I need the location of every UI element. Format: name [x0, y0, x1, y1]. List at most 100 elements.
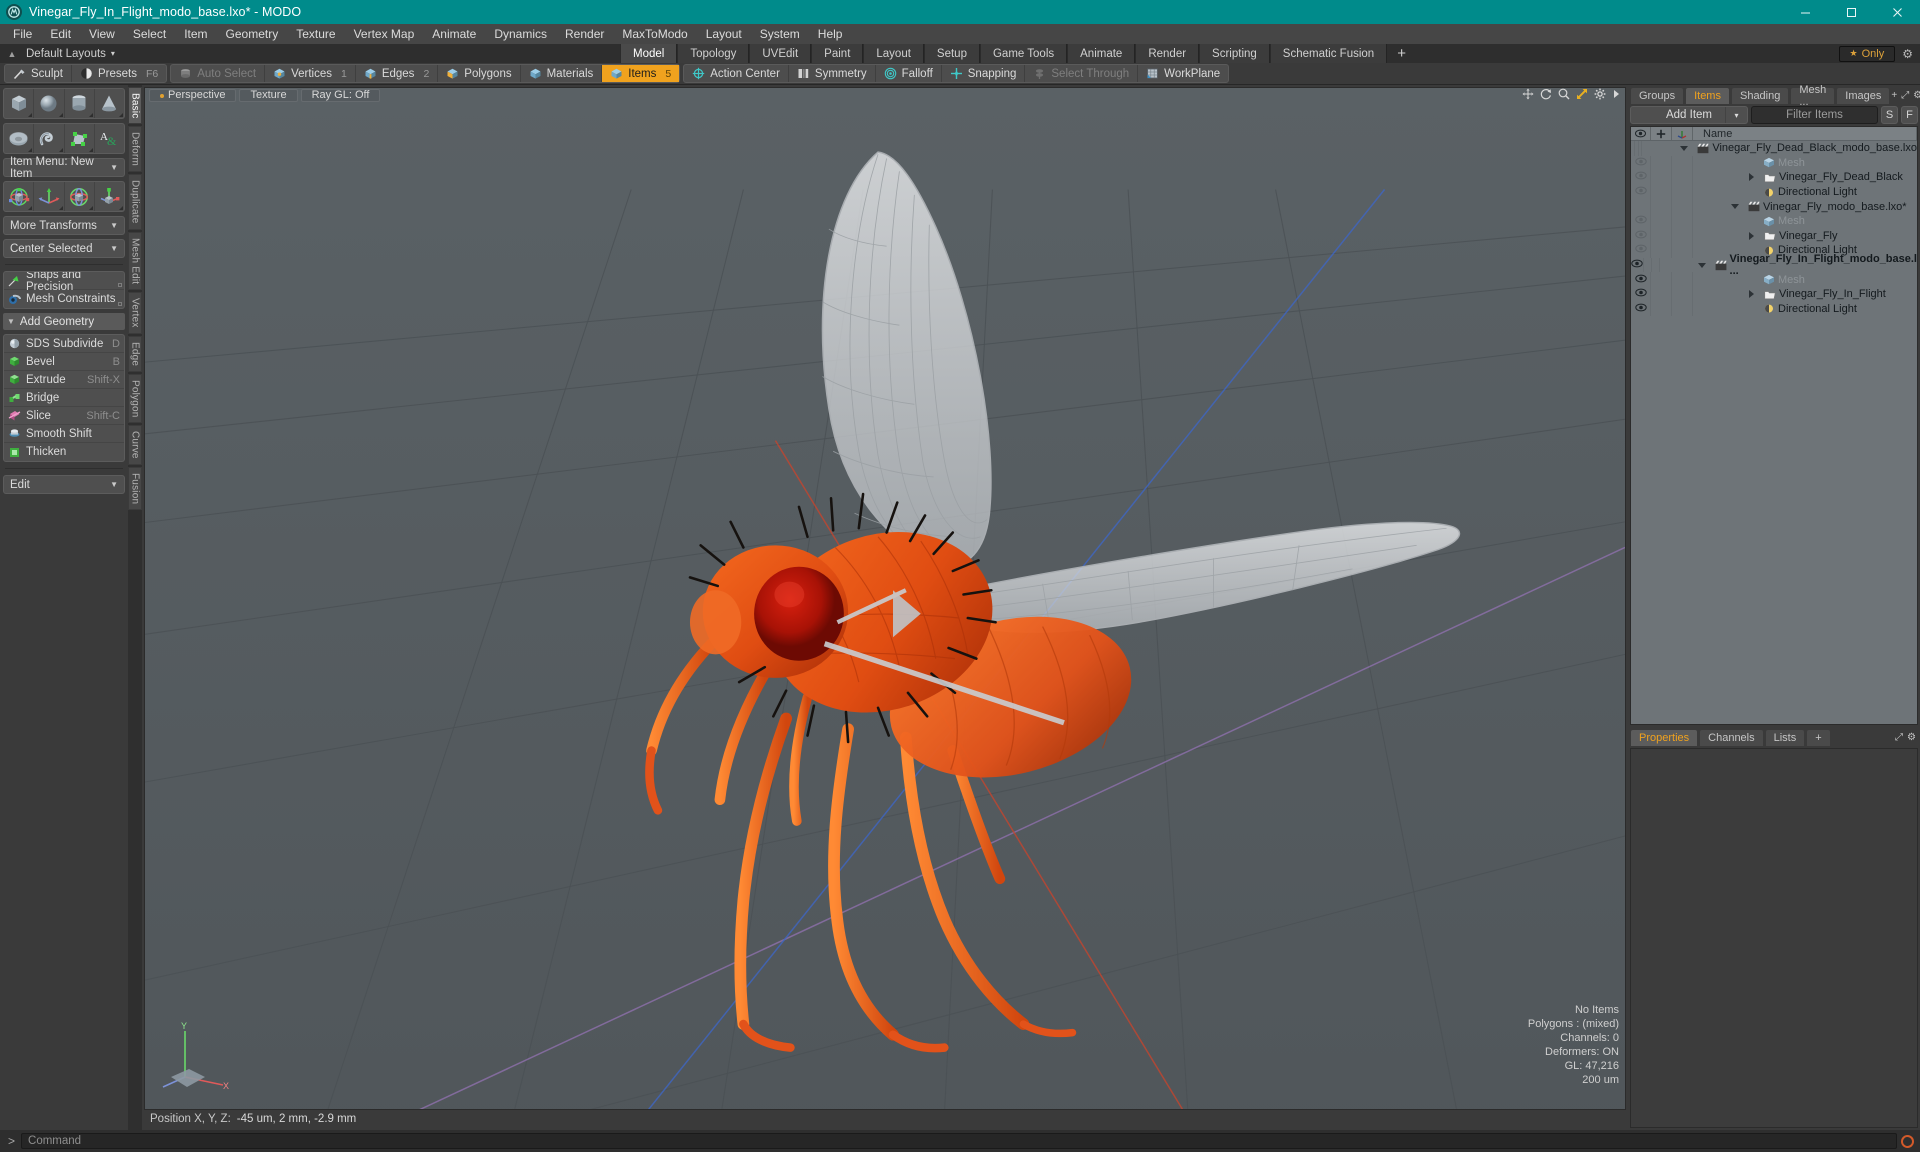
- toolbar-button-materials[interactable]: Materials: [521, 65, 603, 82]
- item-tree-row[interactable]: Directional Light: [1631, 301, 1917, 317]
- toolbar-button-polygons[interactable]: Polygons: [438, 65, 521, 82]
- viewport-tab-perspective[interactable]: Perspective: [149, 89, 237, 102]
- center-selected-dropdown[interactable]: Center Selected ▼: [3, 239, 125, 258]
- visibility-toggle[interactable]: [1631, 155, 1651, 171]
- toolbar-button-sculpt[interactable]: Sculpt: [5, 65, 72, 82]
- transform-cell[interactable]: [1672, 243, 1693, 258]
- gear-icon[interactable]: ⚙: [1913, 90, 1920, 101]
- chevron-down-icon[interactable]: ▾: [1725, 107, 1747, 123]
- add-cell[interactable]: [1651, 286, 1672, 302]
- chevron-down-icon[interactable]: [1697, 262, 1706, 268]
- cylinder-icon[interactable]: [65, 89, 95, 118]
- item-name-cell[interactable]: Vinegar_Fly_Dead_Black: [1693, 170, 1917, 185]
- viewport-tab-texture[interactable]: Texture: [239, 89, 298, 102]
- layout-tab-game-tools[interactable]: Game Tools: [979, 44, 1068, 63]
- item-menu-dropdown[interactable]: Item Menu: New Item ▼: [3, 156, 125, 180]
- vertical-tab-curve[interactable]: Curve: [128, 425, 142, 466]
- panel-tab-items[interactable]: Items: [1685, 87, 1730, 104]
- item-name-cell[interactable]: Vinegar_Fly_Dead_Black_modo_base.lxo: [1642, 141, 1917, 156]
- record-icon[interactable]: [1901, 1134, 1914, 1148]
- panel-tab-groups[interactable]: Groups: [1630, 87, 1685, 104]
- chevron-right-icon[interactable]: [1749, 290, 1754, 299]
- menu-item[interactable]: Item: [175, 24, 216, 44]
- toolbar-button-action-center[interactable]: Action Center: [684, 65, 789, 82]
- chevron-right-icon[interactable]: [1749, 231, 1754, 240]
- options-square-icon[interactable]: [118, 302, 122, 306]
- transform-cell[interactable]: [1672, 228, 1693, 244]
- visibility-toggle[interactable]: [1631, 184, 1651, 200]
- add-cell[interactable]: [1651, 155, 1672, 171]
- panel-tab-images[interactable]: Images: [1836, 87, 1891, 104]
- spiral-icon[interactable]: [34, 124, 65, 153]
- add-cell[interactable]: [1651, 301, 1672, 317]
- item-name-cell[interactable]: Mesh: [1693, 214, 1917, 229]
- add-cell[interactable]: [1651, 184, 1672, 200]
- viewport-tab-ray-gl-off[interactable]: Ray GL: Off: [300, 89, 381, 102]
- add-cell[interactable]: [1651, 213, 1672, 229]
- item-tree-row[interactable]: Mesh: [1631, 213, 1917, 229]
- scale-icon[interactable]: [95, 182, 124, 211]
- panel-tab-properties[interactable]: Properties: [1630, 729, 1699, 746]
- toolbar-button-auto-select[interactable]: Auto Select: [171, 65, 266, 82]
- toolbar-button-edges[interactable]: Edges 2: [356, 65, 439, 82]
- vertical-tab-vertex[interactable]: Vertex: [128, 292, 142, 334]
- tool-thicken[interactable]: Thicken: [4, 443, 124, 461]
- menu-help[interactable]: Help: [809, 24, 852, 44]
- vertical-tab-fusion[interactable]: Fusion: [128, 467, 142, 511]
- snaps-and-precision-button[interactable]: Snaps and Precision: [4, 272, 124, 293]
- tool-bridge[interactable]: Bridge: [4, 389, 124, 407]
- transform-cell[interactable]: [1672, 272, 1693, 287]
- panel-tab-mesh[interactable]: Mesh ...: [1790, 84, 1836, 108]
- panel-tab-lists[interactable]: Lists: [1764, 729, 1806, 746]
- visibility-toggle[interactable]: [1631, 272, 1651, 287]
- tool-bevel[interactable]: Bevel B: [4, 353, 124, 371]
- default-layouts-dropdown[interactable]: Default Layouts ▾: [20, 48, 121, 60]
- move-icon[interactable]: [34, 182, 65, 211]
- item-tree-row[interactable]: Mesh: [1631, 272, 1917, 287]
- item-name-cell[interactable]: Vinegar_Fly_In_Flight: [1693, 287, 1917, 302]
- tool-smooth-shift[interactable]: Smooth Shift: [4, 425, 124, 443]
- transform-cell[interactable]: [1672, 286, 1693, 302]
- add-cell[interactable]: [1651, 170, 1672, 185]
- expand-icon[interactable]: ⤢: [1895, 732, 1903, 743]
- chevron-right-icon[interactable]: [1749, 173, 1754, 182]
- add-tab-icon[interactable]: +: [1891, 90, 1897, 101]
- add-cell[interactable]: [1651, 243, 1672, 258]
- add-layout-tab-button[interactable]: +: [1387, 44, 1416, 63]
- transform-cell[interactable]: [1672, 155, 1693, 171]
- layout-tab-scripting[interactable]: Scripting: [1199, 44, 1270, 63]
- menu-select[interactable]: Select: [124, 24, 175, 44]
- tool-slice[interactable]: Slice Shift-C: [4, 407, 124, 425]
- vertical-tab-basic[interactable]: Basic: [128, 87, 142, 125]
- menu-edit[interactable]: Edit: [41, 24, 80, 44]
- add-cell[interactable]: [1644, 257, 1652, 273]
- toolbar-button-falloff[interactable]: Falloff: [876, 65, 942, 82]
- menu-vertex-map[interactable]: Vertex Map: [345, 24, 424, 44]
- toolbar-button-workplane[interactable]: WorkPlane: [1138, 65, 1228, 82]
- zoom-view-icon[interactable]: [1558, 88, 1570, 103]
- item-tree-row[interactable]: Directional Light: [1631, 184, 1917, 200]
- item-tree-row[interactable]: Vinegar_Fly_Dead_Black_modo_base.lxo: [1631, 141, 1917, 156]
- text-tool-icon[interactable]: A &: [95, 124, 124, 153]
- toolbar-button-vertices[interactable]: Vertices 1: [265, 65, 356, 82]
- visibility-toggle[interactable]: [1631, 213, 1651, 229]
- toolbar-button-snapping[interactable]: Snapping: [942, 65, 1026, 82]
- layout-tab-uvedit[interactable]: UVEdit: [749, 44, 812, 63]
- only-toggle-button[interactable]: ★ Only: [1838, 45, 1896, 62]
- cube-icon[interactable]: [4, 89, 35, 118]
- expand-icon[interactable]: ⤢: [1901, 90, 1909, 101]
- command-input[interactable]: Command: [21, 1133, 1897, 1149]
- vertical-tab-mesh-edit[interactable]: Mesh Edit: [128, 231, 142, 291]
- collapse-arrow-icon[interactable]: ▲: [4, 49, 20, 59]
- item-name-cell[interactable]: Directional Light: [1693, 302, 1917, 317]
- perspective-viewport[interactable]: Perspective Texture Ray GL: Off Y X No I…: [144, 87, 1626, 1110]
- add-properties-tab-button[interactable]: +: [1806, 729, 1831, 746]
- visibility-toggle[interactable]: [1631, 170, 1651, 185]
- visibility-toggle[interactable]: [1631, 286, 1651, 302]
- layout-tab-setup[interactable]: Setup: [923, 44, 980, 63]
- menu-maxtomodo[interactable]: MaxToModo: [613, 24, 696, 44]
- mesh-constraints-button[interactable]: Mesh Constraints: [4, 290, 124, 308]
- chevron-down-icon[interactable]: [1680, 145, 1689, 151]
- item-tree-row[interactable]: Vinegar_Fly_modo_base.lxo*: [1631, 199, 1917, 214]
- item-name-cell[interactable]: Mesh: [1693, 272, 1917, 287]
